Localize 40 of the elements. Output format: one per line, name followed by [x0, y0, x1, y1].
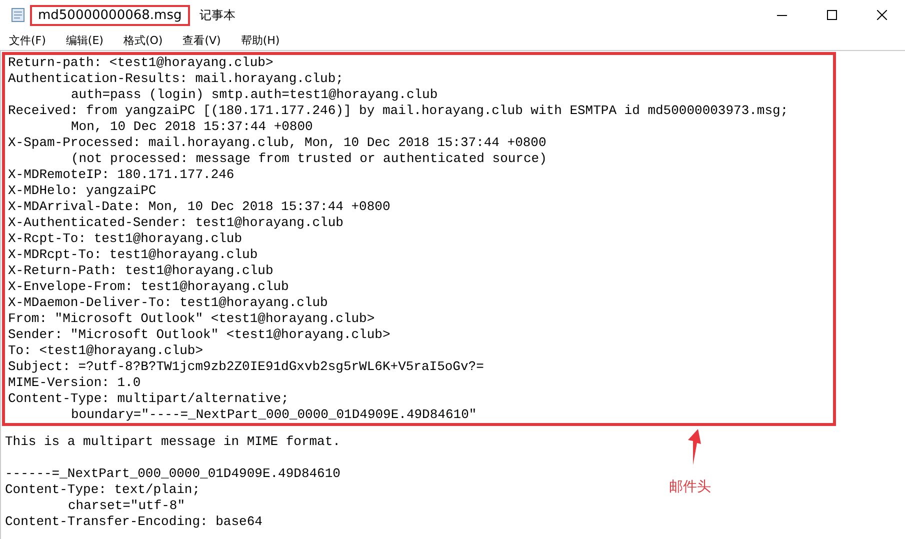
- arrow-icon: [687, 429, 703, 465]
- window-title: md50000000068.msg: [30, 4, 190, 26]
- menu-item[interactable]: 帮助(H): [236, 32, 287, 48]
- text-line: Subject: =?utf-8?B?TW1jcm9zb2Z0IE91dGxvb2sg5rWL6K+V5raI5oGv?=: [7, 359, 484, 375]
- text-line: boundary=″----=_NextPart_000_0000_01D4909E.49D84610″: [70, 407, 477, 423]
- app-name: 记事本: [200, 6, 236, 24]
- text-line: Return-path: <test1@horayang.club>: [7, 55, 274, 71]
- text-line: X-Return-Path: test1@horayang.club: [7, 263, 274, 279]
- text-line: Received: from yangzaiPC [(180.171.177.246)] by mail.horayang.club with ESMTPA id md50000003973.msg;: [7, 103, 788, 119]
- text-line: Content-Type: text/plain;: [4, 482, 200, 498]
- text-line: Mon, 10 Dec 2018 15:37:44 +0800: [70, 119, 313, 135]
- text-line: Sender: ″Microsoft Outlook″ <test1@horayang.club>: [7, 327, 390, 343]
- text-line: (not processed: message from trusted or authenticated source): [70, 151, 547, 167]
- text-line: Content-Transfer-Encoding: base64: [4, 514, 262, 530]
- text-line: X-MDArrival-Date: Mon, 10 Dec 2018 15:37:44 +0800: [7, 199, 390, 215]
- text-line: This is a multipart message in MIME format.: [4, 434, 340, 450]
- notepad-icon: [10, 7, 26, 23]
- menu-item[interactable]: 文件(F): [4, 32, 53, 48]
- text-line: Authentication-Results: mail.horayang.club;: [7, 71, 344, 87]
- text-line: X-Rcpt-To: test1@horayang.club: [7, 231, 242, 247]
- close-icon[interactable]: [877, 10, 887, 20]
- menu-item[interactable]: 编辑(E): [60, 32, 110, 48]
- text-line: X-MDRcpt-To: test1@horayang.club: [7, 247, 258, 263]
- text-line: ------=_NextPart_000_0000_01D4909E.49D84610: [4, 466, 340, 482]
- menu-item[interactable]: 格式(O): [118, 32, 170, 48]
- text-line: Content-Type: multipart/alternative;: [7, 391, 289, 407]
- annotation-label: 邮件头: [669, 478, 711, 496]
- text-line: X-MDRemoteIP: 180.171.177.246: [7, 167, 234, 183]
- text-line: auth=pass (login) smtp.auth=test1@horayang.club: [70, 87, 438, 103]
- text-line: From: ″Microsoft Outlook″ <test1@horayang.club>: [7, 311, 375, 327]
- text-line: X-Authenticated-Sender: test1@horayang.club: [7, 215, 344, 231]
- text-line: charset=″utf-8″: [67, 498, 186, 514]
- menu-item[interactable]: 查看(V): [178, 32, 228, 48]
- text-line: MIME-Version: 1.0: [7, 375, 141, 391]
- maximize-icon[interactable]: [827, 10, 837, 20]
- text-line: X-Spam-Processed: mail.horayang.club, Mon, 10 Dec 2018 15:37:44 +0800: [7, 135, 546, 151]
- text-line: To: <test1@horayang.club>: [7, 343, 204, 359]
- text-line: X-Envelope-From: test1@horayang.club: [7, 279, 289, 295]
- text-line: X-MDHelo: yangzaiPC: [7, 183, 156, 199]
- text-line: X-MDaemon-Deliver-To: test1@horayang.club: [7, 295, 328, 311]
